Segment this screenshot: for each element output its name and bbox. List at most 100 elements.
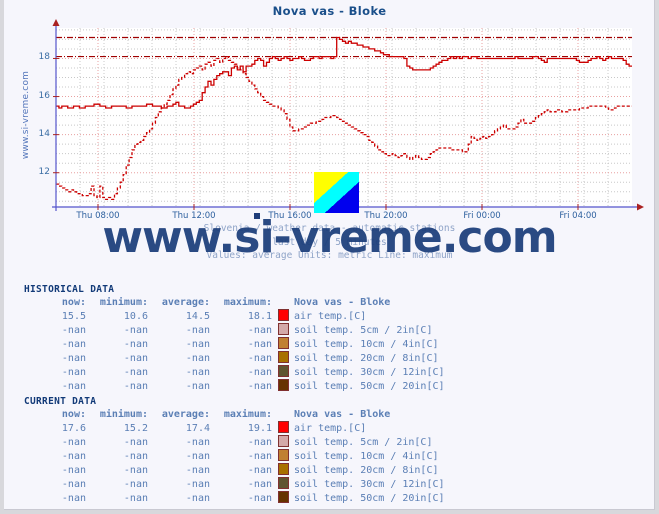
cell-series-label: soil temp. 5cm / 2in[C]	[294, 324, 433, 336]
y-axis-tick-label: 18	[38, 52, 50, 63]
table-row: -nan -nan -nan -nan soil temp. 30cm / 12in[C…	[24, 477, 445, 491]
table-row: -nan -nan -nan -nan soil temp. 5cm / 2in[C]	[24, 323, 445, 337]
column-header: now:	[61, 408, 86, 420]
y-axis-tick-label: 16	[38, 90, 50, 101]
column-header-station: Nova vas - Bloke	[294, 408, 391, 420]
cell-now: 17.6	[61, 422, 86, 434]
cell-series-label: air temp.[C]	[294, 422, 367, 434]
legend-color-swatch	[272, 449, 294, 463]
cell-average: -nan	[185, 492, 210, 504]
subtitle-line-1: Slovenia / weather data - automatic stat…	[203, 223, 456, 234]
cell-maximum: -nan	[247, 492, 272, 504]
cell-maximum: -nan	[247, 464, 272, 476]
cell-now: -nan	[61, 324, 86, 336]
cell-average: -nan	[185, 366, 210, 378]
legend-color-swatch	[272, 421, 294, 435]
y-axis-tick-label: 12	[38, 166, 50, 177]
table-header-row: now: minimum: average: maximum: Nova vas - B…	[24, 295, 445, 309]
cell-now: -nan	[61, 492, 86, 504]
current-section-title: CURRENT DATA	[24, 396, 97, 407]
cell-average: 14.5	[185, 310, 210, 322]
cell-now: -nan	[61, 352, 86, 364]
cell-minimum: -nan	[123, 464, 148, 476]
column-header-station: Nova vas - Bloke	[294, 296, 391, 308]
legend-color-swatch	[272, 337, 294, 351]
legend-color-swatch	[272, 491, 294, 505]
cell-series-label: soil temp. 50cm / 20in[C]	[294, 380, 445, 392]
x-axis-tick-label: Thu 12:00	[172, 211, 216, 221]
cell-minimum: 15.2	[123, 422, 148, 434]
table-row: -nan -nan -nan -nan soil temp. 50cm / 20in[C…	[24, 379, 445, 393]
column-header-swatch	[272, 295, 294, 309]
y-axis-tick-label: 14	[38, 128, 50, 139]
table-header-row: now: minimum: average: maximum: Nova vas - B…	[24, 407, 445, 421]
cell-maximum: 19.1	[247, 422, 272, 434]
page-root: Nova vas - Bloke www.si-vreme.com 12 14 16…	[4, 0, 655, 510]
cell-maximum: -nan	[247, 324, 272, 336]
historical-data-table: now: minimum: average: maximum: Nova vas - B…	[24, 295, 445, 393]
cell-now: -nan	[61, 436, 86, 448]
slovenia-flag-logo	[314, 172, 359, 213]
cell-maximum: -nan	[247, 436, 272, 448]
cell-maximum: -nan	[247, 450, 272, 462]
cell-now: -nan	[61, 366, 86, 378]
column-header-swatch	[272, 407, 294, 421]
historical-section-title: HISTORICAL DATA	[24, 284, 115, 295]
legend-color-swatch	[272, 351, 294, 365]
subtitle-line-3: Values: average Units: metric Line: maxi…	[206, 250, 453, 261]
legend-color-swatch	[272, 435, 294, 449]
table-row: -nan -nan -nan -nan soil temp. 20cm / 8in[C]	[24, 463, 445, 477]
cell-series-label: air temp.[C]	[294, 310, 367, 322]
subtitle-line-2: last day / 5 minutes	[272, 236, 387, 248]
cell-maximum: -nan	[247, 352, 272, 364]
cell-series-label: soil temp. 5cm / 2in[C]	[294, 436, 433, 448]
column-header: average:	[161, 296, 210, 308]
current-data-table: now: minimum: average: maximum: Nova vas - B…	[24, 407, 445, 505]
chart-subtitle: Slovenia / weather data - automatic stat…	[4, 222, 655, 263]
table-row: 17.6 15.2 17.4 19.1 air temp.[C]	[24, 421, 445, 435]
legend-color-swatch	[272, 477, 294, 491]
cell-now: -nan	[61, 338, 86, 350]
cell-average: -nan	[185, 464, 210, 476]
cell-minimum: -nan	[123, 352, 148, 364]
cell-series-label: soil temp. 20cm / 8in[C]	[294, 464, 439, 476]
table-row: -nan -nan -nan -nan soil temp. 30cm / 12in[C…	[24, 365, 445, 379]
cell-now: -nan	[61, 380, 86, 392]
cell-now: 15.5	[61, 310, 86, 322]
column-header: now:	[61, 296, 86, 308]
table-row: -nan -nan -nan -nan soil temp. 20cm / 8in[C]	[24, 351, 445, 365]
x-axis-tick-label: Thu 16:00	[268, 211, 312, 221]
cell-series-label: soil temp. 30cm / 12in[C]	[294, 366, 445, 378]
legend-color-swatch	[272, 365, 294, 379]
cell-now: -nan	[61, 464, 86, 476]
cell-minimum: -nan	[123, 380, 148, 392]
historical-data-section: HISTORICAL DATA now: minimum: average: maxi…	[4, 284, 655, 393]
cell-minimum: -nan	[123, 492, 148, 504]
cell-minimum: 10.6	[123, 310, 148, 322]
cell-series-label: soil temp. 10cm / 4in[C]	[294, 338, 439, 350]
cell-maximum: 18.1	[247, 310, 272, 322]
table-row: -nan -nan -nan -nan soil temp. 50cm / 20in[C…	[24, 491, 445, 505]
cell-average: -nan	[185, 450, 210, 462]
cell-average: -nan	[185, 380, 210, 392]
cell-series-label: soil temp. 50cm / 20in[C]	[294, 492, 445, 504]
current-data-section: CURRENT DATA now: minimum: average: maximum…	[4, 396, 655, 505]
cell-average: -nan	[185, 338, 210, 350]
table-row: -nan -nan -nan -nan soil temp. 10cm / 4in[C]	[24, 449, 445, 463]
legend-color-swatch	[272, 379, 294, 393]
column-header: average:	[161, 408, 210, 420]
cell-minimum: -nan	[123, 324, 148, 336]
x-axis-tick-label: Fri 00:00	[463, 211, 501, 221]
cell-maximum: -nan	[247, 366, 272, 378]
legend-color-swatch	[272, 323, 294, 337]
cell-series-label: soil temp. 30cm / 12in[C]	[294, 478, 445, 490]
cell-average: -nan	[185, 478, 210, 490]
legend-color-swatch	[272, 309, 294, 323]
cell-average: -nan	[185, 436, 210, 448]
cell-maximum: -nan	[247, 380, 272, 392]
cell-maximum: -nan	[247, 338, 272, 350]
x-axis-tick-label: Fri 04:00	[559, 211, 597, 221]
cell-minimum: -nan	[123, 436, 148, 448]
cell-minimum: -nan	[123, 366, 148, 378]
x-axis-tick-label: Thu 08:00	[76, 211, 120, 221]
